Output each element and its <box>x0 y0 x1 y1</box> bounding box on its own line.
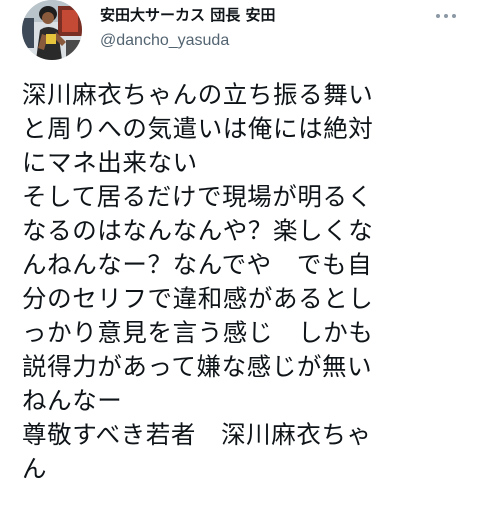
more-options-icon <box>436 14 440 18</box>
author-names: 安田大サーカス 団長 安田 @dancho_yasuda <box>100 5 400 51</box>
more-options-icon-dot <box>452 14 456 18</box>
more-options-icon-dot <box>444 14 448 18</box>
tweet-header: 安田大サーカス 団長 安田 @dancho_yasuda <box>22 0 462 64</box>
tweet: 安田大サーカス 団長 安田 @dancho_yasuda 深川麻衣ちゃんの立ち振… <box>0 0 480 523</box>
author-display-name[interactable]: 安田大サーカス 団長 安田 <box>100 5 400 25</box>
more-options-button[interactable] <box>432 4 460 28</box>
avatar[interactable] <box>22 0 82 60</box>
author-handle[interactable]: @dancho_yasuda <box>100 31 400 51</box>
avatar-image <box>22 0 82 60</box>
tweet-text: 深川麻衣ちゃんの立ち振る舞い と周りへの気遣いは俺には絶対 にマネ出来ない そし… <box>22 80 374 483</box>
